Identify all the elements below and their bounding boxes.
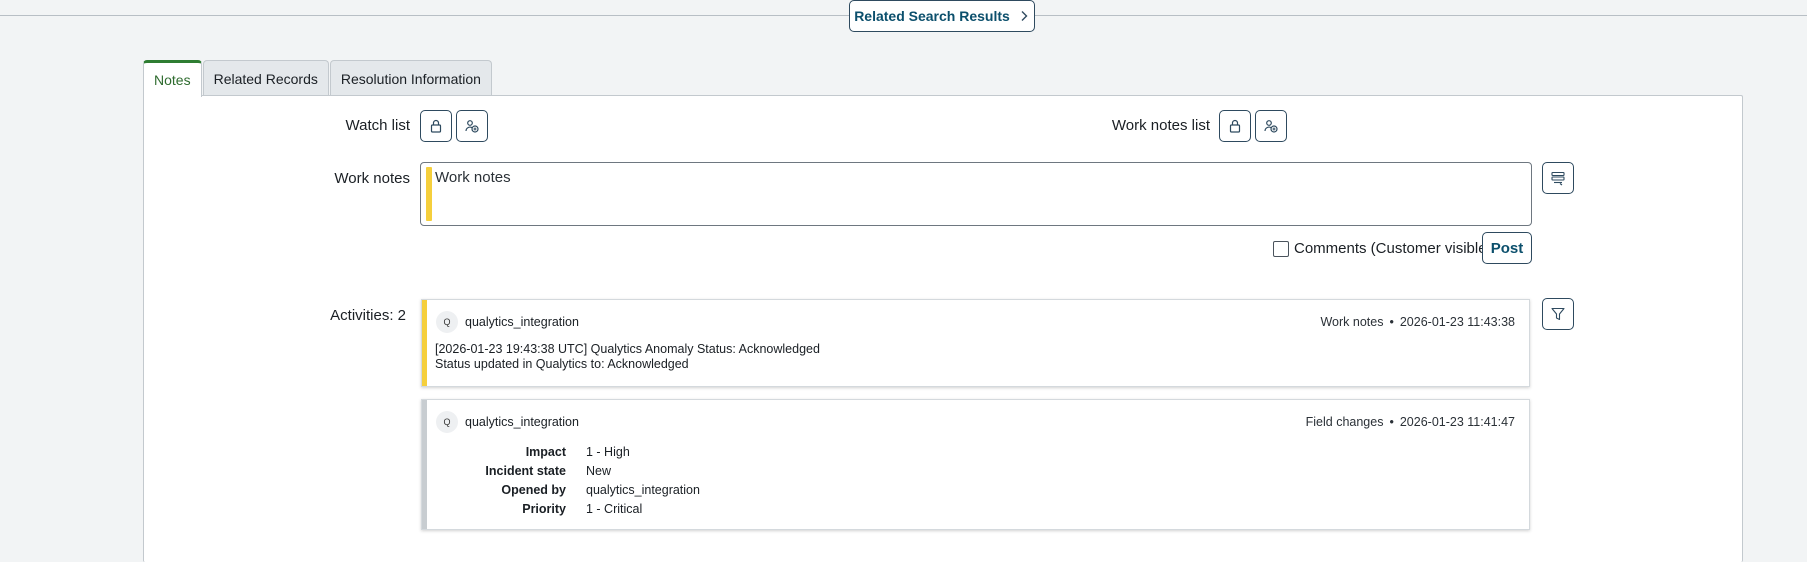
activity-author: qualytics_integration bbox=[465, 415, 579, 429]
comments-customer-visible-label: Comments (Customer visible) bbox=[1294, 240, 1492, 257]
tab-notes[interactable]: Notes bbox=[143, 60, 202, 97]
field-changes-indicator-bar bbox=[422, 400, 427, 529]
work-notes-field bbox=[420, 162, 1532, 226]
activity-meta: Work notes • 2026-01-23 11:43:38 bbox=[1320, 315, 1515, 329]
watch-list-add-user-button[interactable] bbox=[456, 110, 488, 142]
field-value: New bbox=[586, 464, 612, 478]
activity-type: Field changes bbox=[1305, 415, 1384, 429]
field-name: Priority bbox=[522, 502, 566, 516]
field-name: Incident state bbox=[485, 464, 566, 478]
tab-related-records[interactable]: Related Records bbox=[202, 60, 329, 96]
activity-body-line: Status updated in Qualytics to: Acknowle… bbox=[435, 357, 689, 371]
tab-resolution-information[interactable]: Resolution Information bbox=[329, 60, 492, 96]
watch-list-lock-button[interactable] bbox=[420, 110, 452, 142]
activity-entry-work-note: Q qualytics_integration Work notes • 2026-… bbox=[421, 299, 1530, 387]
add-user-icon bbox=[465, 120, 479, 133]
field-value: qualytics_integration bbox=[586, 483, 700, 497]
work-notes-templates-button[interactable] bbox=[1542, 162, 1574, 194]
related-search-results-button[interactable]: Related Search Results bbox=[849, 0, 1035, 32]
separator-dot: • bbox=[1389, 315, 1394, 329]
related-search-results-label: Related Search Results bbox=[854, 8, 1010, 24]
work-notes-input[interactable] bbox=[435, 167, 1525, 221]
comments-customer-visible-checkbox[interactable] bbox=[1273, 241, 1289, 257]
field-name: Impact bbox=[525, 445, 566, 459]
watch-list-label: Watch list bbox=[345, 117, 410, 134]
work-notes-indicator-bar bbox=[426, 167, 432, 221]
avatar: Q bbox=[436, 311, 458, 333]
field-value: 1 - Critical bbox=[586, 502, 643, 516]
post-button[interactable]: Post bbox=[1482, 232, 1532, 264]
activity-body: [2026-01-23 19:43:38 UTC] Qualytics Anom… bbox=[435, 342, 820, 372]
work-notes-list-add-user-button[interactable] bbox=[1255, 110, 1287, 142]
activity-timestamp: 2026-01-23 11:41:47 bbox=[1399, 415, 1515, 429]
work-notes-label: Work notes bbox=[334, 170, 410, 187]
separator-dot: • bbox=[1389, 415, 1394, 429]
add-user-icon bbox=[1264, 120, 1278, 133]
activities-filter-button[interactable] bbox=[1542, 298, 1574, 330]
work-notes-list-label: Work notes list bbox=[1111, 117, 1210, 134]
field-value: 1 - High bbox=[586, 445, 630, 459]
activity-type: Work notes bbox=[1320, 315, 1384, 329]
activity-body-line: [2026-01-23 19:43:38 UTC] Qualytics Anom… bbox=[435, 342, 820, 356]
activity-entry-field-changes: Q qualytics_integration Field changes • 20… bbox=[421, 399, 1530, 530]
lock-icon bbox=[1229, 119, 1241, 133]
work-note-indicator-bar bbox=[422, 300, 427, 386]
activity-timestamp: 2026-01-23 11:43:38 bbox=[1399, 315, 1515, 329]
field-name: Opened by bbox=[501, 483, 566, 497]
chevron-right-icon bbox=[1021, 11, 1028, 21]
activity-author: qualytics_integration bbox=[465, 315, 579, 329]
work-notes-list-lock-button[interactable] bbox=[1219, 110, 1251, 142]
filter-icon bbox=[1551, 307, 1565, 321]
avatar: Q bbox=[436, 411, 458, 433]
lock-icon bbox=[430, 119, 442, 133]
activities-count-label: Activities: 2 bbox=[330, 307, 406, 324]
activity-meta: Field changes • 2026-01-23 11:41:47 bbox=[1306, 415, 1515, 429]
stack-templates-icon bbox=[1551, 171, 1565, 186]
tab-bar: Notes Related Records Resolution Informa… bbox=[143, 60, 493, 97]
